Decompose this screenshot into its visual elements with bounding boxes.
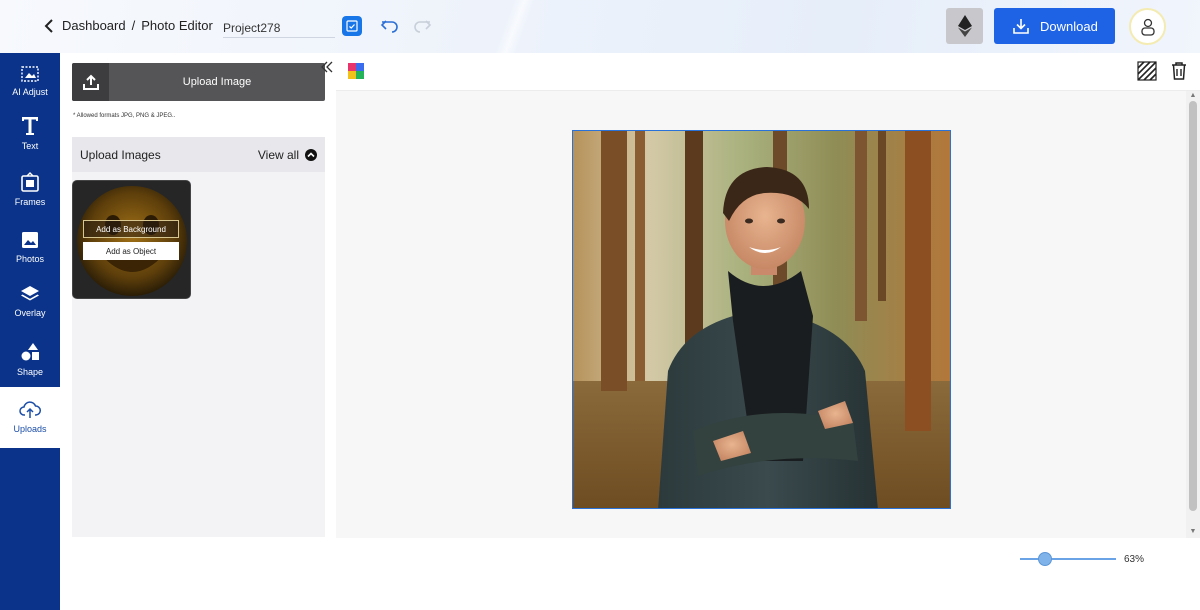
- nav-item-label: Text: [21, 140, 39, 151]
- nav-item-ai-adjust[interactable]: AI Adjust: [0, 53, 60, 109]
- portrait-photo: [573, 131, 950, 508]
- frames-icon: [21, 171, 39, 192]
- add-as-background-button[interactable]: Add as Background: [83, 220, 179, 238]
- scroll-up-arrow[interactable]: ▲: [1189, 92, 1197, 100]
- section-title: Upload Images: [80, 147, 161, 162]
- nav-item-frames[interactable]: Frames: [0, 161, 60, 217]
- scroll-thumb[interactable]: [1189, 101, 1197, 511]
- project-name-input[interactable]: [223, 14, 335, 38]
- nav-item-photos[interactable]: Photos: [0, 219, 60, 275]
- upload-image-label: Upload Image: [182, 76, 252, 88]
- upload-icon: [72, 63, 109, 101]
- photos-icon: [22, 231, 38, 248]
- view-all-label: View all: [257, 147, 299, 162]
- top-header: Dashboard / Photo Editor Download: [0, 0, 1200, 53]
- upload-cloud-icon: [19, 401, 41, 418]
- allowed-formats-note: * Allowed formats JPG, PNG & JPEG..: [73, 113, 176, 119]
- nav-item-label: AI Adjust: [12, 86, 48, 97]
- zoom-bar: 63%: [336, 538, 1200, 610]
- zoom-slider-handle[interactable]: [1038, 552, 1052, 566]
- text-icon: [22, 116, 38, 135]
- canvas-toolbar: [336, 53, 1200, 91]
- uploads-panel: Upload Image * Allowed formats JPG, PNG …: [60, 53, 336, 610]
- upload-images-header: Upload Images View all: [72, 137, 325, 172]
- nav-item-overlay[interactable]: Overlay: [0, 273, 60, 329]
- zoom-slider-track[interactable]: [1020, 558, 1116, 560]
- collapse-panel-icon[interactable]: [320, 60, 334, 74]
- ethereum-icon: [957, 15, 972, 37]
- save-icon: [346, 20, 358, 32]
- nav-item-label: Frames: [14, 196, 46, 207]
- breadcrumb-dashboard-link[interactable]: Dashboard: [62, 18, 126, 33]
- nav-item-label: Overlay: [14, 307, 46, 318]
- nav-item-label: Photos: [15, 253, 45, 264]
- download-button[interactable]: Download: [994, 8, 1115, 44]
- zoom-value: 63%: [1124, 554, 1145, 565]
- save-button[interactable]: [342, 16, 362, 36]
- nav-item-label: Uploads: [13, 424, 47, 434]
- undo-icon[interactable]: [380, 16, 400, 36]
- back-arrow-icon[interactable]: [44, 18, 58, 34]
- nav-item-shape[interactable]: Shape: [0, 331, 60, 387]
- download-icon: [1013, 19, 1029, 34]
- uploaded-image-thumbnail[interactable]: Add as Background Add as Object: [72, 180, 191, 299]
- nav-item-uploads[interactable]: Uploads: [0, 387, 60, 448]
- user-icon: [1140, 18, 1155, 36]
- nav-item-text[interactable]: Text: [0, 105, 60, 161]
- ai-adjust-icon: [21, 65, 39, 82]
- add-as-object-button[interactable]: Add as Object: [83, 242, 179, 260]
- editor-canvas: [336, 91, 1186, 538]
- download-label: Download: [1040, 18, 1098, 34]
- scroll-down-arrow[interactable]: ▼: [1189, 528, 1197, 536]
- breadcrumb: Dashboard / Photo Editor: [62, 18, 213, 33]
- redo-icon[interactable]: [412, 16, 432, 36]
- user-avatar[interactable]: [1129, 8, 1166, 45]
- trash-icon[interactable]: [1170, 61, 1188, 81]
- nav-item-label: Shape: [16, 366, 44, 377]
- uploads-list: Upload Images View all Add as Background…: [72, 137, 325, 537]
- canvas-scrollbar[interactable]: ▲ ▼: [1186, 91, 1200, 538]
- view-all-link[interactable]: View all: [258, 148, 317, 162]
- left-nav: AI Adjust Text Frames Photos Overlay Sha…: [0, 53, 60, 610]
- emoji-image: [73, 181, 190, 298]
- canvas-photo[interactable]: [572, 130, 951, 509]
- ethereum-button[interactable]: [946, 8, 983, 44]
- breadcrumb-separator: /: [131, 18, 136, 33]
- upload-image-button[interactable]: Upload Image: [72, 63, 325, 101]
- overlay-icon: [21, 285, 39, 300]
- transparency-pattern-icon[interactable]: [1137, 61, 1157, 81]
- color-palette-icon[interactable]: [348, 63, 364, 79]
- breadcrumb-current: Photo Editor: [141, 18, 213, 33]
- chevron-up-icon: [305, 148, 317, 161]
- shape-icon: [21, 342, 39, 360]
